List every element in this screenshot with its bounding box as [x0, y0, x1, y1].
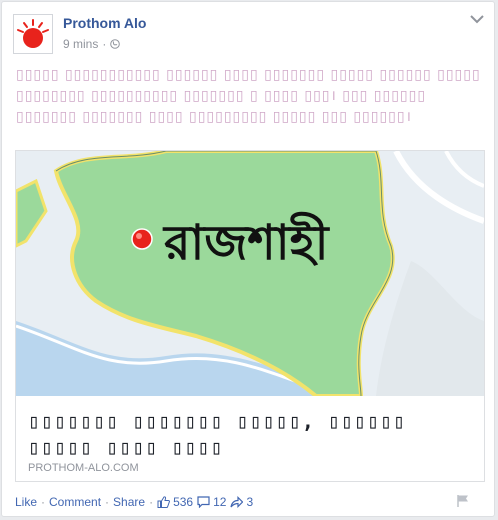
link-preview[interactable]: রাজশাহী ▯▯▯▯▯▯▯ ▯▯▯▯▯▯▯ ▯▯▯▯▯, ▯▯▯▯▯▯ ▯▯… [15, 150, 485, 482]
share-button[interactable]: Share [113, 495, 145, 509]
action-separator: · [41, 495, 46, 509]
map-city-label: রাজশাহী [162, 211, 331, 271]
action-separator: · [105, 495, 110, 509]
likes-number: 536 [173, 495, 194, 509]
comment-icon [197, 496, 210, 508]
link-image[interactable]: রাজশাহী [16, 151, 484, 396]
rajshahi-map: রাজশাহী [16, 151, 484, 396]
link-domain: PROTHOM-ALO.COM [28, 462, 139, 474]
thumbs-up-icon [157, 496, 171, 508]
likes-count[interactable]: 536 [157, 495, 193, 509]
prothom-alo-logo [17, 19, 49, 48]
comments-number: 12 [213, 495, 227, 509]
flag-icon[interactable] [456, 494, 470, 508]
shares-count[interactable]: 3 [230, 495, 253, 509]
globe-icon[interactable] [110, 39, 121, 49]
action-separator: · [149, 495, 154, 509]
meta-separator: · [102, 37, 107, 51]
post-meta: 9 mins · [63, 37, 121, 51]
post-text: ▯▯▯▯▯ ▯▯▯▯▯▯▯▯▯▯▯ ▯▯▯▯▯▯ ▯▯▯▯ ▯▯▯▯▯▯▯ ▯▯… [16, 67, 481, 125]
share-arrow-icon [230, 496, 244, 508]
chevron-down-icon[interactable] [470, 14, 484, 24]
post-card: Prothom Alo 9 mins · ▯▯▯▯▯ ▯▯▯▯▯▯▯▯▯▯▯ ▯… [1, 1, 495, 517]
page-avatar[interactable] [13, 14, 53, 54]
comment-button[interactable]: Comment [49, 495, 101, 509]
post-actions: Like · Comment · Share · 536 12 3 [15, 495, 253, 509]
like-button[interactable]: Like [15, 495, 37, 509]
page-name[interactable]: Prothom Alo [63, 15, 146, 31]
comments-count[interactable]: 12 [197, 495, 226, 509]
post-timestamp[interactable]: 9 mins [63, 37, 98, 51]
shares-number: 3 [246, 495, 254, 509]
link-title[interactable]: ▯▯▯▯▯▯▯ ▯▯▯▯▯▯▯ ▯▯▯▯▯, ▯▯▯▯▯▯ ▯▯▯▯▯ ▯▯▯▯… [28, 408, 468, 460]
